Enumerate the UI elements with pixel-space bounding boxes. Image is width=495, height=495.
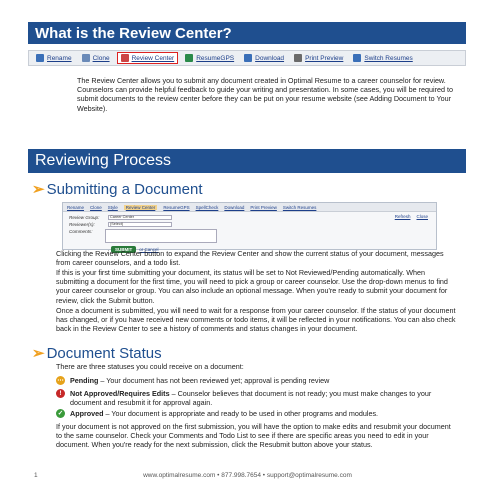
status-item-not-approved: ! Not Approved/Requires Edits – Counselo… bbox=[56, 389, 456, 407]
toolbar-button-clone[interactable]: Clone bbox=[79, 53, 113, 63]
refresh-link[interactable]: Refresh bbox=[395, 214, 411, 219]
toolbar-label: ResumeGPS bbox=[196, 54, 235, 62]
toolbar-label: Review Center bbox=[131, 54, 175, 62]
mini-review-form: Review Group: Career Center Reviewer(s):… bbox=[63, 212, 436, 253]
status-intro: There are three statuses you could recei… bbox=[56, 362, 244, 371]
status-term: Not Approved/Requires Edits bbox=[70, 389, 170, 398]
mini-links: Refresh Close bbox=[395, 214, 428, 219]
mini-toolbar-download[interactable]: Download bbox=[224, 205, 244, 210]
section-banner-review-center: What is the Review Center? bbox=[28, 22, 466, 44]
download-icon bbox=[244, 54, 253, 62]
status-closing-paragraph: If your document is not approved on the … bbox=[56, 422, 451, 450]
submitting-heading-text: Submitting a Document bbox=[46, 181, 203, 198]
print-icon bbox=[294, 54, 303, 62]
intro-paragraph: The Review Center allows you to submit a… bbox=[77, 76, 453, 113]
review-group-label: Review Group: bbox=[69, 215, 100, 220]
mini-toolbar-resumegps[interactable]: ResumeGPS bbox=[163, 205, 189, 210]
mini-toolbar: Rename Clone Style Review Center ResumeGPS Sp… bbox=[63, 203, 436, 212]
mini-toolbar-clone[interactable]: Clone bbox=[90, 205, 102, 210]
section-banner-reviewing-process: Reviewing Process bbox=[28, 149, 466, 173]
status-term: Pending bbox=[70, 376, 99, 385]
submitting-heading: ➢ Submitting a Document bbox=[32, 180, 203, 198]
rename-icon bbox=[36, 54, 44, 62]
toolbar-label: Download bbox=[255, 54, 285, 62]
toolbar-button-download[interactable]: Download bbox=[241, 53, 287, 63]
toolbar-button-rename[interactable]: Rename bbox=[33, 53, 75, 63]
clone-icon bbox=[81, 54, 90, 62]
mini-toolbar-switch-resumes[interactable]: Switch Resumes bbox=[283, 205, 317, 210]
toolbar-label: Print Preview bbox=[305, 54, 344, 62]
review-center-screenshot: Rename Clone Style Review Center ResumeGPS Sp… bbox=[62, 202, 437, 253]
mini-toolbar-print-preview[interactable]: Print Preview bbox=[250, 205, 277, 210]
status-desc: – Your document is appropriate and ready… bbox=[103, 409, 379, 418]
status-heading-text: Document Status bbox=[46, 345, 162, 362]
toolbar-button-switch-resumes[interactable]: Switch Resumes bbox=[350, 53, 415, 63]
review-group-select[interactable]: Career Center bbox=[108, 215, 172, 220]
review-center-icon bbox=[120, 54, 129, 62]
review-group-row: Review Group: Career Center bbox=[69, 214, 436, 221]
document-toolbar: Rename Clone Review Center ResumeGPS Downloa… bbox=[28, 50, 466, 66]
arrow-bullet-icon: ➢ bbox=[32, 181, 45, 198]
footer-contact: www.optimalresume.com • 877.998.7654 • s… bbox=[143, 472, 352, 479]
comments-textarea[interactable] bbox=[105, 229, 217, 243]
close-link[interactable]: Close bbox=[416, 214, 428, 219]
reviewers-row: Reviewer(s): (Select) bbox=[69, 221, 436, 228]
status-desc: – Your document has not been reviewed ye… bbox=[98, 376, 330, 385]
toolbar-label: Clone bbox=[92, 54, 110, 62]
check-icon: ✓ bbox=[56, 409, 65, 418]
toolbar-button-print-preview[interactable]: Print Preview bbox=[291, 53, 346, 63]
toolbar-label: Switch Resumes bbox=[364, 54, 413, 62]
submitting-paragraph-2: If this is your first time submitting yo… bbox=[56, 268, 448, 305]
mini-toolbar-spellcheck[interactable]: SpellCheck bbox=[196, 205, 219, 210]
mini-toolbar-rename[interactable]: Rename bbox=[67, 205, 84, 210]
switch-icon bbox=[353, 54, 362, 62]
arrow-bullet-icon: ➢ bbox=[32, 345, 45, 362]
toolbar-button-resumegps[interactable]: ResumeGPS bbox=[182, 53, 237, 63]
status-item-approved: ✓ Approved – Your document is appropriat… bbox=[56, 409, 456, 418]
status-heading: ➢ Document Status bbox=[32, 344, 162, 362]
comments-label: Comments: bbox=[69, 229, 93, 234]
submitting-paragraph-3: Once a document is submitted, you will n… bbox=[56, 306, 456, 334]
gps-icon bbox=[185, 54, 194, 62]
toolbar-button-review-center[interactable]: Review Center bbox=[116, 52, 179, 64]
toolbar-label: Rename bbox=[47, 54, 72, 62]
submitting-paragraph-1: Clicking the Review Center button to exp… bbox=[56, 249, 444, 268]
mini-toolbar-review-center[interactable]: Review Center bbox=[123, 204, 158, 210]
reviewers-label: Reviewer(s): bbox=[69, 222, 95, 227]
pending-icon: ⋯ bbox=[56, 376, 65, 385]
warning-icon: ! bbox=[56, 389, 65, 398]
reviewers-select[interactable]: (Select) bbox=[108, 222, 172, 227]
status-item-pending: ⋯ Pending – Your document has not been r… bbox=[56, 376, 456, 385]
status-term: Approved bbox=[70, 409, 104, 418]
mini-toolbar-style[interactable]: Style bbox=[108, 205, 118, 210]
